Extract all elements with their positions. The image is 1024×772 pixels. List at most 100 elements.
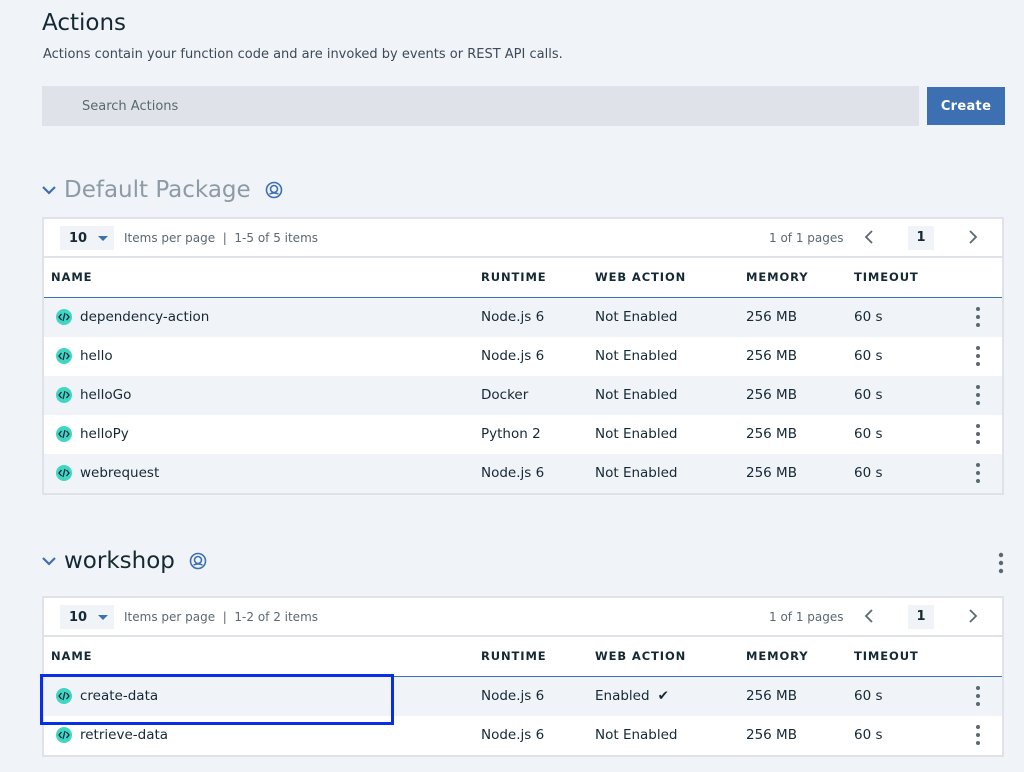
memory: 256 MB bbox=[746, 387, 797, 403]
table-row[interactable]: hello Node.js 6 Not Enabled 256 MB 60 s bbox=[44, 337, 1002, 376]
web-action: Not Enabled bbox=[595, 387, 678, 403]
action-name[interactable]: dependency-action bbox=[80, 309, 209, 325]
web-action: Not Enabled bbox=[595, 309, 678, 325]
caret-down-icon bbox=[98, 614, 109, 620]
overflow-menu-icon[interactable] bbox=[973, 724, 983, 746]
action-name[interactable]: webrequest bbox=[80, 465, 159, 481]
create-button[interactable]: Create bbox=[927, 87, 1005, 125]
search-input[interactable] bbox=[42, 86, 919, 126]
items-per-page-value: 10 bbox=[69, 230, 88, 246]
package-name: Default Package bbox=[64, 177, 251, 203]
runtime: Node.js 6 bbox=[481, 727, 545, 743]
runtime: Python 2 bbox=[481, 426, 541, 442]
memory: 256 MB bbox=[746, 727, 797, 743]
page-number[interactable]: 1 bbox=[908, 226, 934, 250]
items-per-page-select[interactable]: 10 bbox=[60, 605, 114, 629]
chevron-down-icon[interactable] bbox=[42, 183, 56, 197]
action-name[interactable]: helloGo bbox=[80, 387, 131, 403]
package-header-workshop[interactable]: workshop bbox=[42, 546, 207, 576]
package-header-default[interactable]: Default Package bbox=[42, 175, 283, 205]
code-icon bbox=[56, 426, 72, 442]
chevron-right-icon[interactable] bbox=[966, 229, 980, 245]
action-name[interactable]: helloPy bbox=[80, 426, 129, 442]
web-action: Not Enabled bbox=[595, 426, 678, 442]
col-web-action[interactable]: WEB ACTION bbox=[595, 270, 686, 284]
col-timeout[interactable]: TIMEOUT bbox=[854, 270, 919, 284]
col-timeout[interactable]: TIMEOUT bbox=[854, 649, 919, 663]
timeout: 60 s bbox=[854, 426, 883, 442]
table-row[interactable]: create-data Node.js 6 Enabled ✔ 256 MB 60… bbox=[44, 677, 1002, 716]
timeout: 60 s bbox=[854, 688, 883, 704]
web-action: Not Enabled bbox=[595, 727, 678, 743]
action-name[interactable]: hello bbox=[80, 348, 113, 364]
action-name[interactable]: retrieve-data bbox=[80, 727, 168, 743]
code-icon bbox=[56, 348, 72, 364]
memory: 256 MB bbox=[746, 309, 797, 325]
overflow-menu-icon[interactable] bbox=[973, 306, 983, 328]
web-action-status: Enabled bbox=[595, 688, 650, 704]
col-name[interactable]: NAME bbox=[51, 270, 92, 284]
checkmark-icon: ✔ bbox=[657, 688, 669, 704]
items-per-page-label: Items per page | 1-5 of 5 items bbox=[124, 231, 319, 245]
package-icon bbox=[189, 552, 207, 570]
chevron-left-icon[interactable] bbox=[862, 608, 876, 624]
col-runtime[interactable]: RUNTIME bbox=[481, 270, 547, 284]
runtime: Node.js 6 bbox=[481, 348, 545, 364]
page-count: 1 of 1 pages bbox=[769, 610, 844, 624]
chevron-down-icon[interactable] bbox=[42, 554, 56, 568]
overflow-menu-icon[interactable] bbox=[973, 462, 983, 484]
chevron-right-icon[interactable] bbox=[966, 608, 980, 624]
overflow-menu-icon[interactable] bbox=[973, 423, 983, 445]
page-subtitle: Actions contain your function code and a… bbox=[43, 47, 563, 62]
code-icon bbox=[56, 309, 72, 325]
col-name[interactable]: NAME bbox=[51, 649, 92, 663]
code-icon bbox=[56, 465, 72, 481]
package-name: workshop bbox=[64, 548, 175, 574]
runtime: Node.js 6 bbox=[481, 309, 545, 325]
pagination-bar: 10 Items per page | 1-2 of 2 items 1 of … bbox=[44, 598, 1002, 637]
timeout: 60 s bbox=[854, 465, 883, 481]
table-row[interactable]: helloGo Docker Not Enabled 256 MB 60 s bbox=[44, 376, 1002, 415]
col-memory[interactable]: MEMORY bbox=[746, 649, 808, 663]
table-header: NAME RUNTIME WEB ACTION MEMORY TIMEOUT bbox=[44, 258, 1002, 298]
web-action: Not Enabled bbox=[595, 348, 678, 364]
web-action: Not Enabled bbox=[595, 465, 678, 481]
code-icon bbox=[56, 387, 72, 403]
action-name[interactable]: create-data bbox=[80, 688, 158, 704]
timeout: 60 s bbox=[854, 387, 883, 403]
timeout: 60 s bbox=[854, 348, 883, 364]
timeout: 60 s bbox=[854, 727, 883, 743]
runtime: Node.js 6 bbox=[481, 465, 545, 481]
page-number[interactable]: 1 bbox=[908, 605, 934, 629]
overflow-menu-icon[interactable] bbox=[973, 384, 983, 406]
items-per-page-value: 10 bbox=[69, 609, 88, 625]
overflow-menu-icon[interactable] bbox=[973, 685, 983, 707]
items-per-page-label: Items per page | 1-2 of 2 items bbox=[124, 610, 319, 624]
runtime: Node.js 6 bbox=[481, 688, 545, 704]
col-memory[interactable]: MEMORY bbox=[746, 270, 808, 284]
code-icon bbox=[56, 688, 72, 704]
table-row[interactable]: helloPy Python 2 Not Enabled 256 MB 60 s bbox=[44, 415, 1002, 454]
actions-table-workshop: 10 Items per page | 1-2 of 2 items 1 of … bbox=[42, 596, 1004, 757]
runtime: Docker bbox=[481, 387, 529, 403]
overflow-menu-icon[interactable] bbox=[996, 551, 1006, 575]
memory: 256 MB bbox=[746, 348, 797, 364]
memory: 256 MB bbox=[746, 688, 797, 704]
table-header: NAME RUNTIME WEB ACTION MEMORY TIMEOUT bbox=[44, 637, 1002, 677]
overflow-menu-icon[interactable] bbox=[973, 345, 983, 367]
actions-table-default: 10 Items per page | 1-5 of 5 items 1 of … bbox=[42, 217, 1004, 495]
caret-down-icon bbox=[98, 235, 109, 241]
table-row[interactable]: dependency-action Node.js 6 Not Enabled … bbox=[44, 298, 1002, 337]
col-web-action[interactable]: WEB ACTION bbox=[595, 649, 686, 663]
web-action: Enabled ✔ bbox=[595, 688, 669, 704]
timeout: 60 s bbox=[854, 309, 883, 325]
page-count: 1 of 1 pages bbox=[769, 231, 844, 245]
memory: 256 MB bbox=[746, 426, 797, 442]
items-per-page-select[interactable]: 10 bbox=[60, 226, 114, 250]
col-runtime[interactable]: RUNTIME bbox=[481, 649, 547, 663]
page-title: Actions bbox=[42, 10, 127, 36]
chevron-left-icon[interactable] bbox=[862, 229, 876, 245]
pagination-bar: 10 Items per page | 1-5 of 5 items 1 of … bbox=[44, 219, 1002, 258]
table-row[interactable]: webrequest Node.js 6 Not Enabled 256 MB … bbox=[44, 454, 1002, 493]
table-row[interactable]: retrieve-data Node.js 6 Not Enabled 256 … bbox=[44, 716, 1002, 755]
